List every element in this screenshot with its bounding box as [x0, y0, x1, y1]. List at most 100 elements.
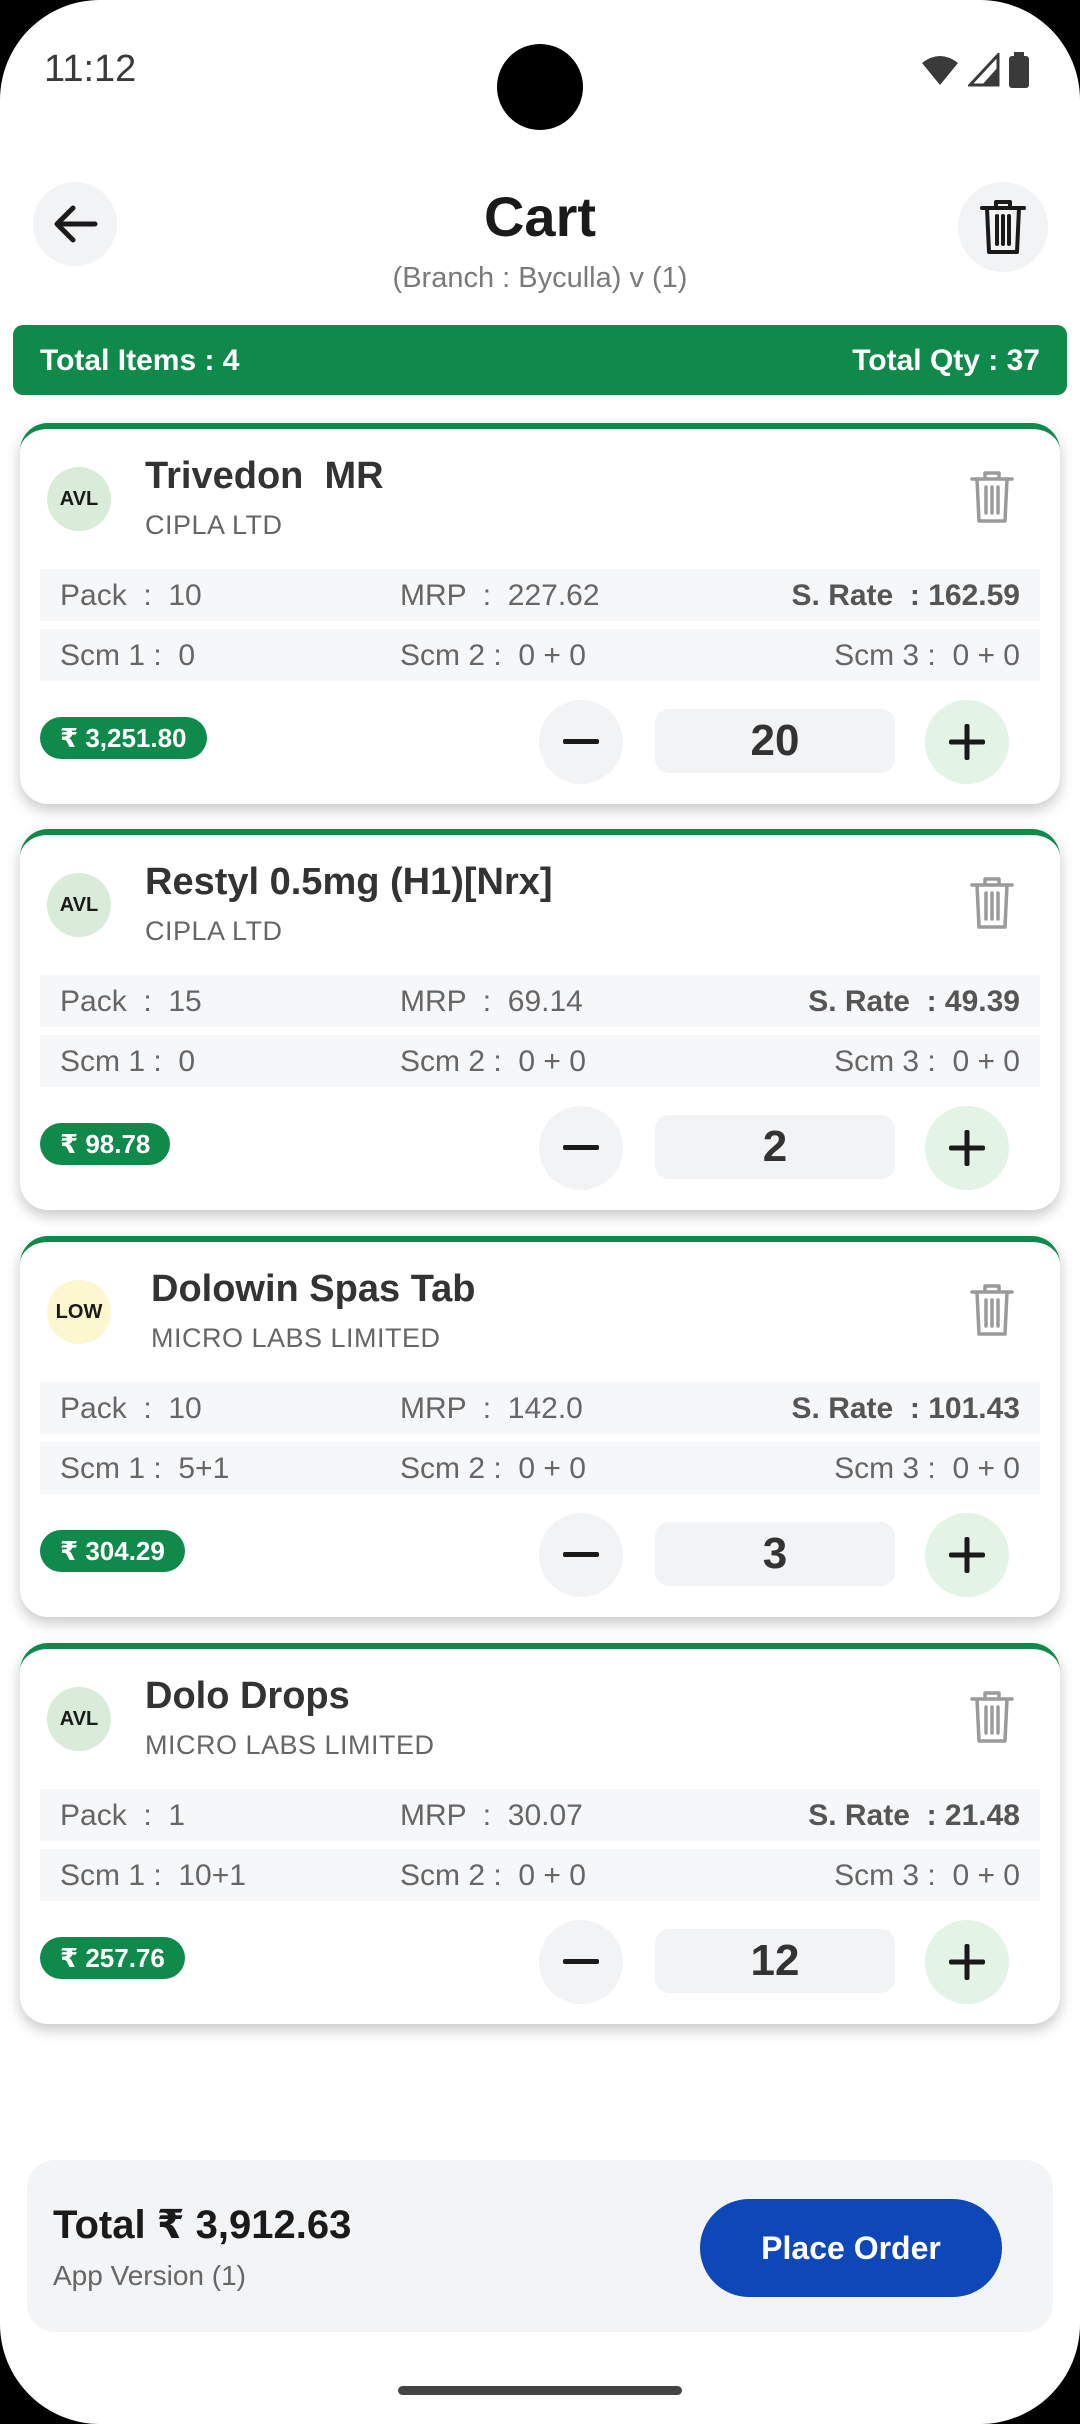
line-amount: ₹ 98.78 [40, 1123, 171, 1165]
scheme-3: Scm 3 : 0 + 0 [834, 639, 1020, 672]
sale-rate-value: 49.39 [944, 985, 1020, 1018]
quantity-field[interactable]: 12 [655, 1929, 895, 1993]
battery-icon [1009, 52, 1029, 88]
decrease-qty-button[interactable] [539, 700, 623, 784]
product-name: Dolo Drops [145, 1675, 350, 1717]
minus-icon [563, 1552, 599, 1557]
screen: 11:12 Cart (Branch : Byculla) v (1) Tota… [0, 0, 1080, 2424]
minus-icon [563, 1145, 599, 1150]
home-indicator[interactable] [398, 2386, 682, 2395]
scheme-2: Scm 2 : 0 + 0 [400, 639, 586, 672]
scheme-1: Scm 1 : 10+1 [60, 1859, 246, 1892]
scheme-1: Scm 1 : 5+1 [60, 1452, 230, 1485]
scheme-1: Scm 1 : 0 [60, 639, 196, 672]
manufacturer: MICRO LABS LIMITED [145, 1730, 435, 1760]
plus-icon [949, 1944, 985, 1980]
scheme-3: Scm 3 : 0 + 0 [834, 1452, 1020, 1485]
pack-size: Pack : 1 [60, 1799, 186, 1832]
scheme-3: Scm 3 : 0 + 0 [834, 1859, 1020, 1892]
wifi-icon [922, 56, 958, 85]
system-icons [920, 52, 1030, 88]
mrp: MRP : 30.07 [400, 1799, 583, 1832]
stock-badge: AVL [47, 467, 111, 531]
product-name: Dolowin Spas Tab [151, 1268, 476, 1310]
product-name: Restyl 0.5mg (H1)[Nrx] [145, 861, 553, 903]
sale-rate: S. Rate : 21.48 [808, 1799, 1020, 1833]
manufacturer: CIPLA LTD [145, 916, 283, 946]
stock-badge: AVL [47, 1687, 111, 1751]
manufacturer: MICRO LABS LIMITED [151, 1323, 441, 1353]
sale-rate-value: 21.48 [944, 1799, 1020, 1832]
stock-badge: AVL [47, 873, 111, 937]
signal-icon [968, 53, 1000, 87]
trash-icon [980, 200, 1026, 254]
scheme-1: Scm 1 : 0 [60, 1045, 196, 1078]
scheme-2: Scm 2 : 0 + 0 [400, 1859, 586, 1892]
sale-rate-label: S. Rate : [791, 1392, 920, 1425]
remove-item-button[interactable] [970, 1689, 1014, 1745]
mrp: MRP : 69.14 [400, 985, 583, 1018]
plus-icon [949, 1537, 985, 1573]
trash-icon [970, 471, 1014, 523]
minus-icon [563, 1959, 599, 1964]
cart-totals-bar: Total Items : 4 Total Qty : 37 [13, 325, 1067, 395]
total-items: Total Items : 4 [40, 344, 240, 377]
item-scheme-row: Scm 1 : 0 Scm 2 : 0 + 0 Scm 3 : 0 + 0 [40, 1035, 1040, 1087]
camera-cutout [497, 44, 583, 130]
increase-qty-button[interactable] [925, 1513, 1009, 1597]
mrp: MRP : 227.62 [400, 579, 600, 612]
decrease-qty-button[interactable] [539, 1513, 623, 1597]
remove-item-button[interactable] [970, 875, 1014, 931]
increase-qty-button[interactable] [925, 700, 1009, 784]
plus-icon [949, 1130, 985, 1166]
pack-size: Pack : 10 [60, 1392, 202, 1425]
decrease-qty-button[interactable] [539, 1920, 623, 2004]
order-footer: Total ₹ 3,912.63 App Version (1) Place O… [27, 2160, 1053, 2332]
item-scheme-row: Scm 1 : 10+1 Scm 2 : 0 + 0 Scm 3 : 0 + 0 [40, 1849, 1040, 1901]
remove-item-button[interactable] [970, 1282, 1014, 1338]
sale-rate-label: S. Rate : [808, 1799, 937, 1832]
line-amount: ₹ 257.76 [40, 1937, 185, 1979]
place-order-button[interactable]: Place Order [700, 2199, 1002, 2297]
item-price-row: Pack : 1 MRP : 30.07 S. Rate : 21.48 [40, 1789, 1040, 1841]
item-price-row: Pack : 15 MRP : 69.14 S. Rate : 49.39 [40, 975, 1040, 1027]
decrease-qty-button[interactable] [539, 1106, 623, 1190]
sale-rate: S. Rate : 162.59 [792, 579, 1020, 613]
increase-qty-button[interactable] [925, 1920, 1009, 2004]
item-price-row: Pack : 10 MRP : 227.62 S. Rate : 162.59 [40, 569, 1040, 621]
app-version: App Version (1) [53, 2260, 246, 2291]
sale-rate-value: 162.59 [928, 579, 1020, 612]
cart-item-card: LOW Dolowin Spas Tab MICRO LABS LIMITED … [20, 1236, 1060, 1617]
quantity-field[interactable]: 20 [655, 709, 895, 773]
manufacturer: CIPLA LTD [145, 510, 283, 540]
scheme-2: Scm 2 : 0 + 0 [400, 1452, 586, 1485]
trash-icon [970, 877, 1014, 929]
grand-total: Total ₹ 3,912.63 [53, 2203, 352, 2247]
scheme-2: Scm 2 : 0 + 0 [400, 1045, 586, 1078]
cart-item-card: AVL Trivedon MR CIPLA LTD Pack : 10 MRP … [20, 423, 1060, 804]
quantity-field[interactable]: 2 [655, 1115, 895, 1179]
item-price-row: Pack : 10 MRP : 142.0 S. Rate : 101.43 [40, 1382, 1040, 1434]
line-amount: ₹ 3,251.80 [40, 717, 207, 759]
status-time: 11:12 [44, 48, 137, 90]
pack-size: Pack : 15 [60, 985, 202, 1018]
product-name: Trivedon MR [145, 455, 384, 497]
page-title: Cart [483, 185, 597, 248]
quantity-field[interactable]: 3 [655, 1522, 895, 1586]
sale-rate-label: S. Rate : [791, 579, 920, 612]
branch-subtitle: (Branch : Byculla) v (1) [392, 262, 688, 294]
scheme-3: Scm 3 : 0 + 0 [834, 1045, 1020, 1078]
sale-rate-value: 101.43 [928, 1392, 1020, 1425]
minus-icon [563, 739, 599, 744]
line-amount: ₹ 304.29 [40, 1530, 185, 1572]
increase-qty-button[interactable] [925, 1106, 1009, 1190]
mrp: MRP : 142.0 [400, 1392, 583, 1425]
status-bar: 11:12 [0, 0, 1080, 140]
trash-icon [970, 1691, 1014, 1743]
trash-icon [970, 1284, 1014, 1336]
total-qty: Total Qty : 37 [852, 344, 1040, 377]
clear-cart-button[interactable] [958, 182, 1048, 272]
sale-rate-label: S. Rate : [808, 985, 937, 1018]
remove-item-button[interactable] [970, 469, 1014, 525]
cart-item-card: AVL Restyl 0.5mg (H1)[Nrx] CIPLA LTD Pac… [20, 829, 1060, 1210]
